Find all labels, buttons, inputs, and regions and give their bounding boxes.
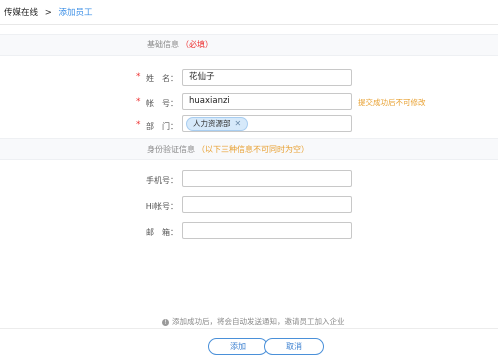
- hi-account-field[interactable]: [182, 196, 352, 213]
- required-hint: （必填）: [181, 40, 213, 49]
- breadcrumb-separator: >: [44, 8, 52, 18]
- account-note: 提交成功后不可修改: [358, 98, 426, 107]
- section-basic-band: [0, 34, 498, 56]
- add-button[interactable]: 添加: [208, 338, 268, 355]
- department-tag: 人力资源部 ✕: [186, 117, 249, 131]
- footer-note: ! 添加成功后，将会自动发送通知，邀请员工加入企业: [162, 316, 345, 327]
- section-basic-title: 基础信息 （必填）: [147, 39, 213, 50]
- department-tag-label: 人力资源部: [193, 119, 231, 128]
- section-identity-title: 身份验证信息 （以下三种信息不可同时为空）: [147, 144, 309, 155]
- phone-label: 手机号：: [146, 176, 178, 185]
- account-label: 帐 号：: [146, 99, 178, 108]
- email-label: 邮 箱：: [146, 228, 178, 237]
- bottom-divider: [0, 328, 498, 329]
- phone-field[interactable]: [182, 170, 352, 187]
- section-basic-title-text: 基础信息: [147, 40, 179, 49]
- account-field[interactable]: huaxianzi: [182, 93, 352, 110]
- name-field[interactable]: 花仙子: [182, 69, 352, 86]
- breadcrumb-root[interactable]: 传媒在线: [4, 8, 38, 18]
- top-divider: [0, 24, 498, 25]
- info-icon: !: [162, 318, 169, 326]
- hi-account-label: Hi帐号：: [145, 202, 178, 211]
- section-identity-title-text: 身份验证信息: [147, 145, 195, 154]
- breadcrumb-current[interactable]: 添加员工: [59, 8, 93, 18]
- footer-note-text: 添加成功后，将会自动发送通知，邀请员工加入企业: [172, 317, 345, 326]
- identity-hint: （以下三种信息不可同时为空）: [197, 145, 309, 154]
- department-label: 部 门：: [146, 122, 178, 131]
- tag-remove-icon[interactable]: ✕: [235, 119, 242, 128]
- breadcrumb: 传媒在线 > 添加员工: [4, 6, 93, 18]
- name-label: 姓 名：: [146, 74, 178, 83]
- cancel-button[interactable]: 取消: [264, 338, 324, 355]
- department-field[interactable]: 人力资源部 ✕: [182, 115, 352, 132]
- email-field[interactable]: [182, 222, 352, 239]
